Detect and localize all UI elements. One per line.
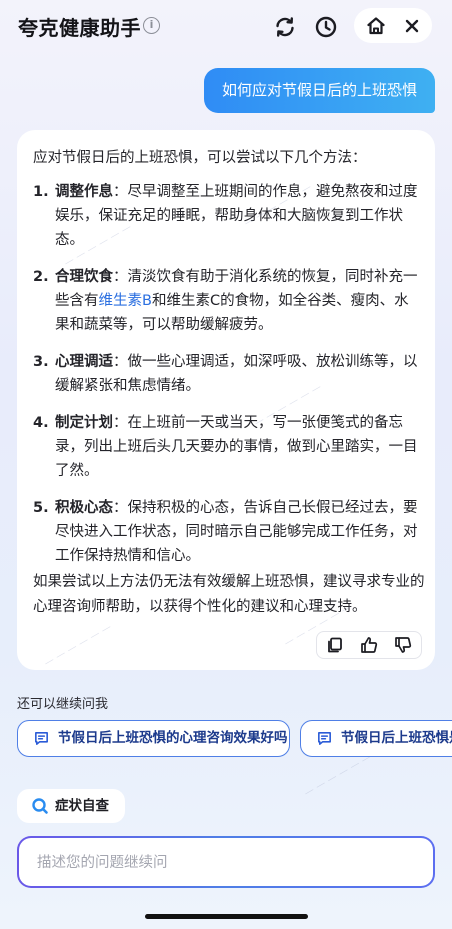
home-icon: [367, 17, 385, 35]
list-item: 2. 合理饮食：清淡饮食有助于消化系统的恢复，同时补充一些含有维生素B和维生素C的…: [31, 265, 423, 337]
copy-icon: [328, 637, 342, 653]
answer-outro: 如果尝试以上方法仍无法有效缓解上班恐惧，建议寻求专业的心理咨询师帮助，以获得个性…: [33, 574, 425, 615]
item-title: 调整作息: [55, 184, 113, 200]
item-number: 1.: [33, 184, 49, 200]
search-icon: [32, 798, 48, 814]
thumbs-up-icon: [361, 637, 378, 653]
suggestion-text: 节假日后上班恐惧是: [341, 730, 452, 746]
user-message-bubble: 如何应对节假日后的上班恐惧: [203, 68, 435, 113]
refresh-button[interactable]: [272, 14, 298, 40]
message-icon: [35, 732, 48, 745]
item-title: 心理调适: [55, 354, 113, 370]
thumbs-down-button[interactable]: [393, 635, 413, 655]
item-number: 5.: [33, 500, 49, 516]
item-number: 4.: [33, 415, 49, 431]
suggestion-text: 节假日后上班恐惧的心理咨询效果好吗: [58, 730, 288, 746]
app-title: 夸克健康助手: [18, 16, 141, 40]
watermark: — — — — — —: [302, 751, 374, 800]
answer-card: 应对节假日后的上班恐惧，可以尝试以下几个方法： 1. 调整作息：尽早调整至上班期间…: [17, 130, 435, 670]
home-button[interactable]: [364, 14, 388, 38]
item-number: 2.: [33, 269, 49, 285]
close-icon: [405, 19, 419, 33]
vitamin-b-link[interactable]: 维生素B: [99, 293, 152, 309]
answer-list: 1. 调整作息：尽早调整至上班期间的作息，避免熬夜和过度娱乐，保证充足的睡眠，帮助…: [31, 180, 423, 581]
item-title: 制定计划: [55, 415, 113, 431]
question-input[interactable]: [37, 851, 417, 875]
suggestion-chip[interactable]: 节假日后上班恐惧的心理咨询效果好吗: [17, 720, 290, 757]
suggestion-chip[interactable]: 节假日后上班恐惧是: [300, 720, 452, 757]
list-item: 4. 制定计划：在上班前一天或当天，写一张便笺式的备忘录，列出上班后头几天要办的事…: [31, 411, 423, 483]
top-bar: 夸克健康助手 i: [0, 0, 452, 56]
thumbs-up-button[interactable]: [359, 635, 379, 655]
clock-icon: [315, 16, 337, 38]
history-button[interactable]: [313, 14, 339, 40]
symptom-check-label: 症状自查: [55, 798, 109, 814]
close-button[interactable]: [400, 14, 424, 38]
composer: [17, 836, 435, 888]
answer-actions: [316, 631, 422, 659]
item-title: 合理饮食: [55, 269, 113, 285]
item-title: 积极心态: [55, 500, 113, 516]
answer-intro: 应对节假日后的上班恐惧，可以尝试以下几个方法：: [33, 150, 367, 166]
home-indicator[interactable]: [145, 914, 308, 919]
list-item: 1. 调整作息：尽早调整至上班期间的作息，避免熬夜和过度娱乐，保证充足的睡眠，帮助…: [31, 180, 423, 252]
thumbs-down-icon: [395, 637, 412, 653]
copy-button[interactable]: [325, 635, 345, 655]
symptom-check-button[interactable]: 症状自查: [17, 789, 125, 823]
info-icon[interactable]: i: [143, 17, 160, 34]
suggestions-label: 还可以继续问我: [17, 697, 109, 712]
item-number: 3.: [33, 354, 49, 370]
window-controls: [354, 8, 432, 43]
refresh-icon: [276, 17, 294, 37]
list-item: 3. 心理调适：做一些心理调适，如深呼吸、放松训练等，以缓解紧张和焦虑情绪。: [31, 350, 423, 398]
message-icon: [318, 732, 331, 745]
list-item: 5. 积极心态：保持积极的心态，告诉自己长假已经过去，要尽快进入工作状态，同时暗示…: [31, 496, 423, 568]
